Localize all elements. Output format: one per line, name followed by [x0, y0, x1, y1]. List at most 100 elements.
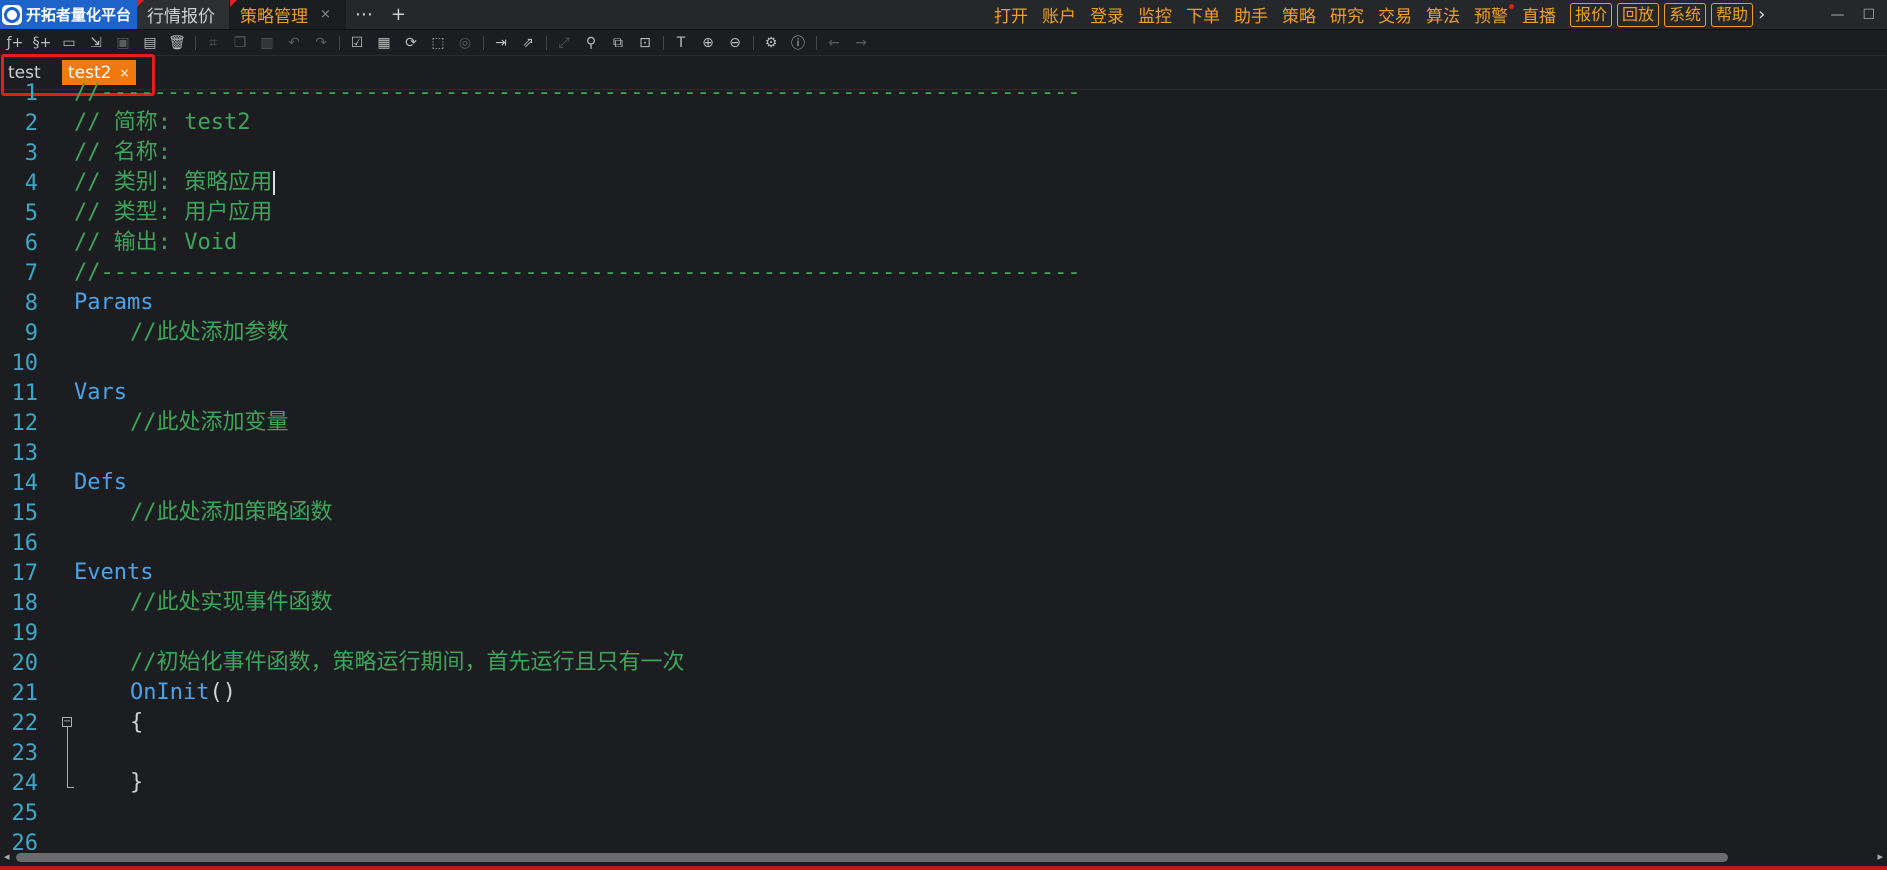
export-icon[interactable]: ⇗ [517, 33, 539, 53]
code-line[interactable]: 21 OnInit() [0, 678, 1887, 708]
select-icon[interactable]: ⬚ [427, 33, 449, 53]
code-line[interactable]: 18 //此处实现事件函数 [0, 588, 1887, 618]
minimize-icon[interactable]: — [1830, 7, 1844, 23]
function-name: OnInit [130, 680, 210, 705]
tab-strategy-management-label: 策略管理 [240, 7, 309, 27]
check-icon[interactable]: ⟳ [400, 33, 422, 53]
horizontal-scrollbar[interactable]: ◂ ▸ [0, 850, 1887, 864]
menu-open[interactable]: 打开 [994, 2, 1028, 27]
menu-algorithm[interactable]: 算法 [1426, 2, 1460, 27]
scroll-left-icon[interactable]: ◂ [4, 850, 10, 864]
crop-icon[interactable]: ⌗ [202, 33, 224, 53]
code-line[interactable]: 22 {− [0, 708, 1887, 738]
code-line[interactable]: 15 //此处添加策略函数 [0, 498, 1887, 528]
find-replace-icon[interactable]: ⧉ [607, 33, 629, 53]
menu-live[interactable]: 直播 [1522, 2, 1556, 27]
line-number: 20 [11, 650, 39, 676]
paste-icon[interactable]: ▥ [256, 33, 278, 53]
zoom-out-icon[interactable]: ⊖ [724, 33, 746, 53]
system-button[interactable]: 系统 [1664, 2, 1707, 27]
quote-button[interactable]: 报价 [1570, 2, 1613, 27]
code-line[interactable]: 1 //-------------------------------------… [0, 78, 1887, 108]
tab-quotes[interactable]: 行情报价 [137, 0, 231, 29]
code-line[interactable]: 9 //此处添加参数 [0, 318, 1887, 348]
search-icon[interactable]: ⚲ [580, 33, 602, 53]
code-line[interactable]: 23 [0, 738, 1887, 768]
code-line[interactable]: 14 Defs [0, 468, 1887, 498]
back-icon[interactable]: ← [823, 33, 845, 53]
open-folder-icon[interactable]: ▭ [58, 33, 80, 53]
menu-alert[interactable]: 预警 [1474, 2, 1514, 27]
code-line[interactable]: 7 //-------------------------------------… [0, 258, 1887, 288]
menu-assistant[interactable]: 助手 [1234, 2, 1268, 27]
code-line[interactable]: 5 // 类型: 用户应用 [0, 198, 1887, 228]
menu-account[interactable]: 账户 [1042, 2, 1076, 27]
new-function-icon[interactable]: ƒ+ [4, 33, 26, 53]
maximize-icon[interactable]: ☐ [1862, 7, 1875, 23]
code-line[interactable]: 17 Events [0, 558, 1887, 588]
compile-all-icon[interactable]: ▦ [373, 33, 395, 53]
code-line[interactable]: 2 // 简称: test2 [0, 108, 1887, 138]
code-text: // 类别: 策略应用 [74, 170, 273, 195]
delete-icon[interactable]: 🗑 [166, 33, 188, 53]
close-icon[interactable]: × [320, 7, 331, 22]
import-icon[interactable]: ⇲ [85, 33, 107, 53]
menu-login[interactable]: 登录 [1090, 2, 1124, 27]
code-line[interactable]: 6 // 输出: Void [0, 228, 1887, 258]
code-line[interactable]: 11 Vars [0, 378, 1887, 408]
code-line[interactable]: 3 // 名称: [0, 138, 1887, 168]
line-number: 4 [24, 170, 38, 196]
code-line[interactable]: 12 //此处添加变量 [0, 408, 1887, 438]
code-keyword: Vars [74, 380, 127, 405]
app-logo[interactable]: 开拓者量化平台 [0, 0, 138, 29]
insert-icon[interactable]: ⇥ [490, 33, 512, 53]
toolbar-divider [483, 35, 484, 50]
code-line[interactable]: 4 // 类别: 策略应用 [0, 168, 1887, 198]
copy-icon[interactable]: ❐ [229, 33, 251, 53]
replay-button[interactable]: 回放 [1617, 2, 1660, 27]
zoom-in-icon[interactable]: ⊕ [697, 33, 719, 53]
code-line[interactable]: 24} [0, 768, 1887, 798]
compile-icon[interactable]: ☑ [346, 33, 368, 53]
line-number: 17 [11, 560, 39, 586]
tab-strategy-management[interactable]: 策略管理 × [230, 0, 346, 29]
scrollbar-thumb[interactable] [16, 853, 1728, 862]
function-parens: () [209, 680, 236, 705]
redo-icon[interactable]: ↷ [310, 33, 332, 53]
line-number: 21 [11, 680, 39, 706]
save-icon[interactable]: ▣ [112, 33, 134, 53]
forward-icon[interactable]: → [850, 33, 872, 53]
new-strategy-icon[interactable]: §+ [31, 33, 53, 53]
text-cursor [273, 171, 276, 195]
menu-order[interactable]: 下单 [1186, 2, 1220, 27]
scroll-right-icon[interactable]: ▸ [1877, 850, 1883, 864]
fold-toggle-icon[interactable]: − [62, 717, 72, 727]
code-line[interactable]: 25 [0, 798, 1887, 828]
expand-icon[interactable]: ⤢ [553, 33, 575, 53]
record-icon[interactable]: ◎ [454, 33, 476, 53]
code-line[interactable]: 19 [0, 618, 1887, 648]
code-line[interactable]: 16 [0, 528, 1887, 558]
add-tab-icon[interactable]: + [382, 4, 415, 25]
chevron-right-icon[interactable]: › [1758, 4, 1765, 25]
code-line[interactable]: 13 [0, 438, 1887, 468]
font-icon[interactable]: T [670, 33, 692, 53]
code-line[interactable]: 10 [0, 348, 1887, 378]
settings-icon[interactable]: ⚙ [760, 33, 782, 53]
code-line[interactable]: 8 Params [0, 288, 1887, 318]
find-next-icon[interactable]: ⊡ [634, 33, 656, 53]
code-comment: //--------------------------------------… [74, 80, 1081, 105]
info-icon[interactable]: ⓘ [787, 33, 809, 53]
code-editor[interactable]: 1 //-------------------------------------… [0, 80, 1887, 856]
code-line[interactable]: 20 //初始化事件函数，策略运行期间，首先运行且只有一次 [0, 648, 1887, 678]
help-button[interactable]: 帮助 [1711, 2, 1754, 27]
menu-monitor[interactable]: 监控 [1138, 2, 1172, 27]
more-tabs-icon[interactable]: ⋯ [346, 4, 382, 25]
menu-research[interactable]: 研究 [1330, 2, 1364, 27]
undo-icon[interactable]: ↶ [283, 33, 305, 53]
menu-trade[interactable]: 交易 [1378, 2, 1412, 27]
line-number: 6 [24, 230, 38, 256]
menu-strategy[interactable]: 策略 [1282, 2, 1316, 27]
save-all-icon[interactable]: ▤ [139, 33, 161, 53]
line-number: 18 [11, 590, 39, 616]
